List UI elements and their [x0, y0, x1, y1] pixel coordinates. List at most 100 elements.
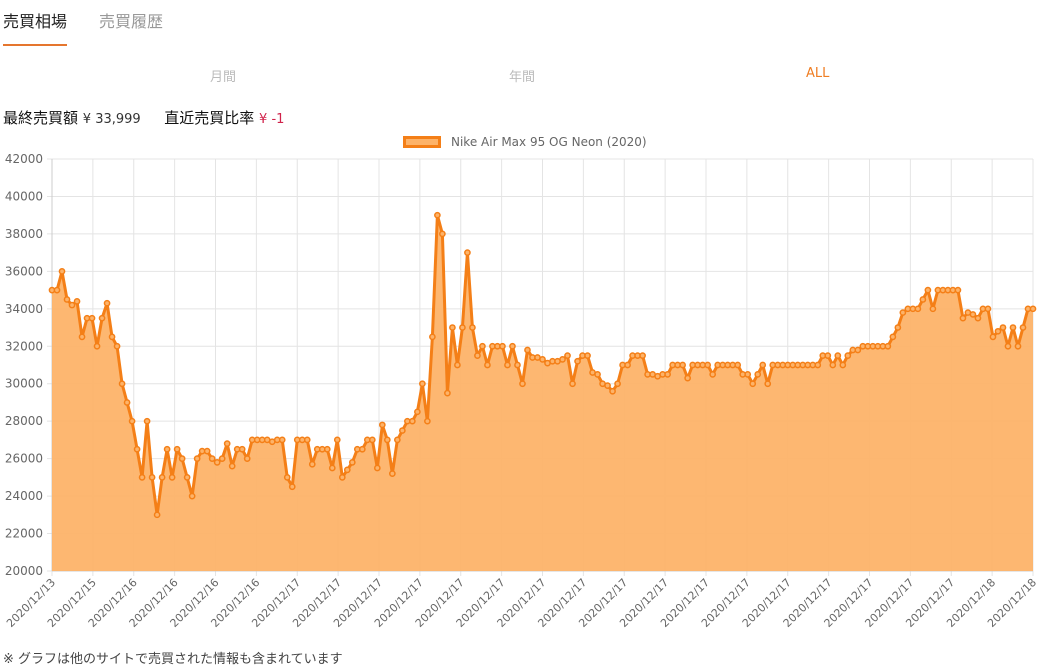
data-point [834, 352, 842, 359]
data-point [178, 455, 186, 462]
data-point [333, 436, 341, 444]
data-point [504, 361, 511, 369]
price-chart: 20000 22000 24000 26000 28000 30000 32000 34000… [4, 152, 1039, 630]
data-point [679, 361, 686, 369]
data-point [734, 361, 742, 369]
data-point [228, 462, 236, 470]
y-tick-label: 24000 [5, 489, 43, 503]
data-point [343, 466, 351, 474]
data-point [509, 342, 516, 350]
data-point [278, 436, 286, 444]
data-point [223, 440, 231, 448]
data-point [474, 352, 481, 359]
data-point [168, 474, 176, 481]
data-point [243, 455, 251, 462]
data-point [303, 436, 311, 444]
data-point [153, 511, 161, 519]
data-point [704, 361, 712, 369]
data-point [664, 371, 671, 378]
data-point [1014, 342, 1022, 350]
y-tick-label: 38000 [5, 227, 43, 241]
data-point [499, 342, 506, 350]
data-point [183, 474, 191, 481]
data-point [68, 301, 76, 309]
data-point [609, 387, 616, 395]
data-point [539, 356, 546, 363]
data-point [123, 399, 131, 406]
data-point [994, 327, 1002, 335]
data-point [484, 361, 491, 369]
data-point [564, 352, 571, 359]
data-point [368, 436, 376, 444]
footnote: ※ グラフは他のサイトで売買された情報も含まれています [3, 652, 343, 667]
data-point [1009, 324, 1017, 331]
y-tick-label: 32000 [5, 339, 43, 353]
data-point [459, 324, 466, 331]
data-point [464, 249, 471, 256]
data-point [854, 346, 862, 354]
data-point [759, 361, 767, 369]
data-point [58, 268, 66, 275]
data-point [594, 371, 601, 378]
data-point [844, 352, 852, 359]
data-point [754, 371, 762, 378]
data-point [639, 352, 646, 359]
data-point [974, 314, 982, 322]
y-tick-label: 36000 [5, 264, 43, 278]
data-point [118, 380, 126, 388]
data-point [959, 314, 967, 322]
y-tick-label: 28000 [5, 414, 43, 428]
data-point [479, 342, 486, 350]
data-point [744, 371, 752, 378]
data-point [323, 445, 331, 453]
data-point [1004, 342, 1012, 350]
data-point [283, 474, 291, 481]
y-tick-label: 20000 [5, 564, 43, 578]
data-point [454, 361, 461, 369]
data-point [53, 286, 61, 294]
data-point [884, 342, 892, 350]
data-point [288, 483, 296, 491]
data-point [1029, 305, 1037, 313]
data-point [188, 492, 196, 500]
data-point [238, 445, 246, 453]
data-point [394, 436, 401, 444]
data-point [143, 417, 151, 425]
data-point [158, 474, 166, 481]
data-point [989, 333, 997, 341]
data-point [218, 455, 226, 462]
data-point [128, 417, 136, 425]
data-point [514, 361, 521, 369]
data-point [889, 333, 897, 341]
data-point [73, 297, 81, 305]
data-point [133, 445, 141, 453]
data-point [519, 380, 526, 388]
data-point [469, 324, 476, 331]
data-point [764, 380, 772, 388]
data-point [373, 464, 381, 472]
data-point [388, 470, 396, 477]
data-point [684, 374, 691, 382]
data-point [409, 417, 416, 425]
data-point [419, 380, 426, 388]
data-point [163, 445, 171, 453]
data-point [338, 474, 346, 481]
data-point [414, 408, 421, 416]
data-point [984, 305, 992, 313]
data-point [444, 389, 451, 397]
y-tick-label: 42000 [5, 152, 43, 166]
data-point [709, 371, 717, 378]
data-point [439, 230, 446, 238]
data-point [929, 305, 937, 313]
data-point [1019, 324, 1027, 331]
data-point [93, 342, 101, 350]
data-point [108, 333, 116, 341]
data-point [348, 459, 356, 466]
y-tick-label: 30000 [5, 377, 43, 391]
data-point [604, 382, 611, 389]
data-point [98, 314, 106, 322]
data-point [78, 333, 86, 341]
data-point [148, 474, 156, 481]
data-point [208, 455, 216, 462]
data-point [193, 455, 201, 462]
